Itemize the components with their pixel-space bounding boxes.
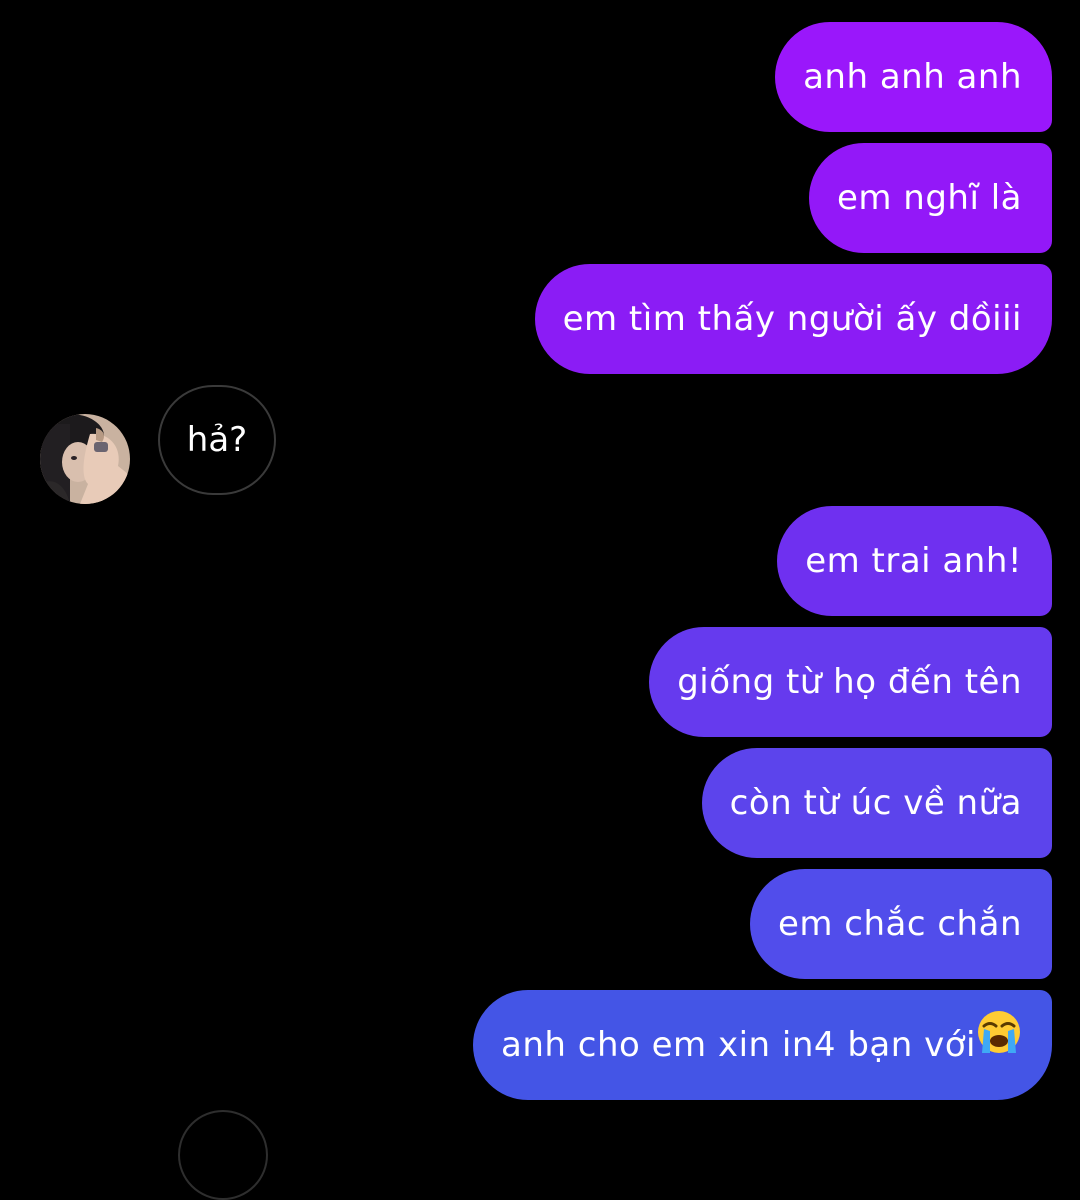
outgoing-message[interactable]: em nghĩ là (808, 143, 1052, 253)
outgoing-message[interactable]: em trai anh! (777, 506, 1052, 616)
partial-avatar (178, 1110, 268, 1200)
loudly-crying-face-icon (976, 989, 1022, 1099)
message-text: anh cho em xin in4 bạn với (501, 1025, 976, 1065)
outgoing-message[interactable]: giống từ họ đến tên (649, 627, 1052, 737)
outgoing-message[interactable]: anh cho em xin in4 bạn với (473, 990, 1052, 1100)
contact-avatar[interactable] (40, 414, 130, 504)
outgoing-message[interactable]: còn từ úc về nữa (701, 748, 1052, 858)
incoming-message[interactable]: hả? (158, 385, 276, 495)
avatar-photo (40, 414, 130, 504)
outgoing-message[interactable]: em chắc chắn (749, 869, 1052, 979)
chat-thread: anh anh anh em nghĩ là em tìm thấy người… (0, 0, 1080, 1200)
outgoing-message[interactable]: em tìm thấy người ấy dồiii (534, 264, 1052, 374)
outgoing-message[interactable]: anh anh anh (775, 22, 1052, 132)
